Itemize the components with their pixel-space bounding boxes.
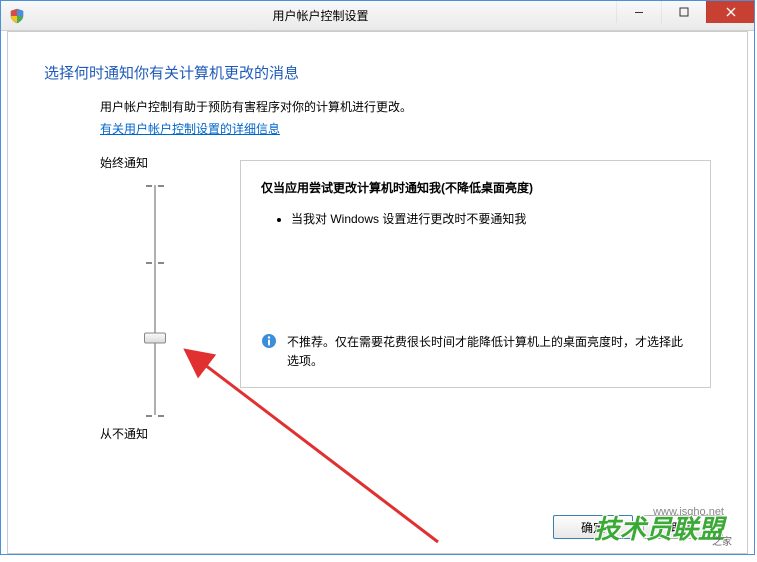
slider-tick	[146, 185, 164, 187]
info-icon	[261, 333, 277, 349]
detail-list: 当我对 Windows 设置进行更改时不要通知我	[291, 210, 690, 227]
slider-area: 始终通知 从不通知 仅当应用尝试更改计算机时通知我(不降低桌面亮度) 当我对 W…	[100, 154, 711, 442]
content-panel: 选择何时通知你有关计算机更改的消息 用户帐户控制有助于预防有害程序对你的计算机进…	[7, 31, 748, 554]
ok-button[interactable]: 确定	[553, 515, 633, 539]
cancel-button[interactable]: 取消	[643, 515, 723, 539]
titlebar: 用户帐户控制设置	[1, 1, 754, 31]
detail-box: 仅当应用尝试更改计算机时通知我(不降低桌面亮度) 当我对 Windows 设置进…	[240, 160, 711, 388]
close-button[interactable]	[706, 1, 754, 23]
detail-bullet: 当我对 Windows 设置进行更改时不要通知我	[291, 210, 690, 227]
minimize-button[interactable]	[616, 1, 661, 23]
slider-label-always: 始终通知	[100, 154, 148, 171]
slider-track	[154, 185, 156, 415]
window-title: 用户帐户控制设置	[25, 7, 616, 24]
slider-thumb[interactable]	[144, 333, 166, 344]
slider-tick	[146, 415, 164, 417]
slider-label-never: 从不通知	[100, 425, 148, 442]
detail-note: 不推荐。仅在需要花费很长时间才能降低计算机上的桌面亮度时，才选择此选项。	[261, 333, 690, 371]
uac-settings-window: 用户帐户控制设置 选择何时通知你有关计算机更改的消息 用户帐户控制有助于预防有害…	[0, 0, 755, 555]
description-block: 用户帐户控制有助于预防有害程序对你的计算机进行更改。 有关用户帐户控制设置的详细…	[100, 97, 711, 140]
more-info-link[interactable]: 有关用户帐户控制设置的详细信息	[100, 122, 280, 136]
page-heading: 选择何时通知你有关计算机更改的消息	[44, 62, 711, 83]
description-text: 用户帐户控制有助于预防有害程序对你的计算机进行更改。	[100, 97, 711, 119]
maximize-button[interactable]	[661, 1, 706, 23]
slider-column: 始终通知 从不通知	[100, 154, 210, 442]
notification-slider[interactable]	[135, 185, 175, 415]
slider-tick	[146, 262, 164, 264]
detail-note-text: 不推荐。仅在需要花费很长时间才能降低计算机上的桌面亮度时，才选择此选项。	[287, 333, 690, 371]
shield-icon	[9, 8, 25, 24]
detail-title: 仅当应用尝试更改计算机时通知我(不降低桌面亮度)	[261, 179, 690, 196]
dialog-buttons: 确定 取消	[553, 515, 723, 539]
window-controls	[616, 1, 754, 30]
